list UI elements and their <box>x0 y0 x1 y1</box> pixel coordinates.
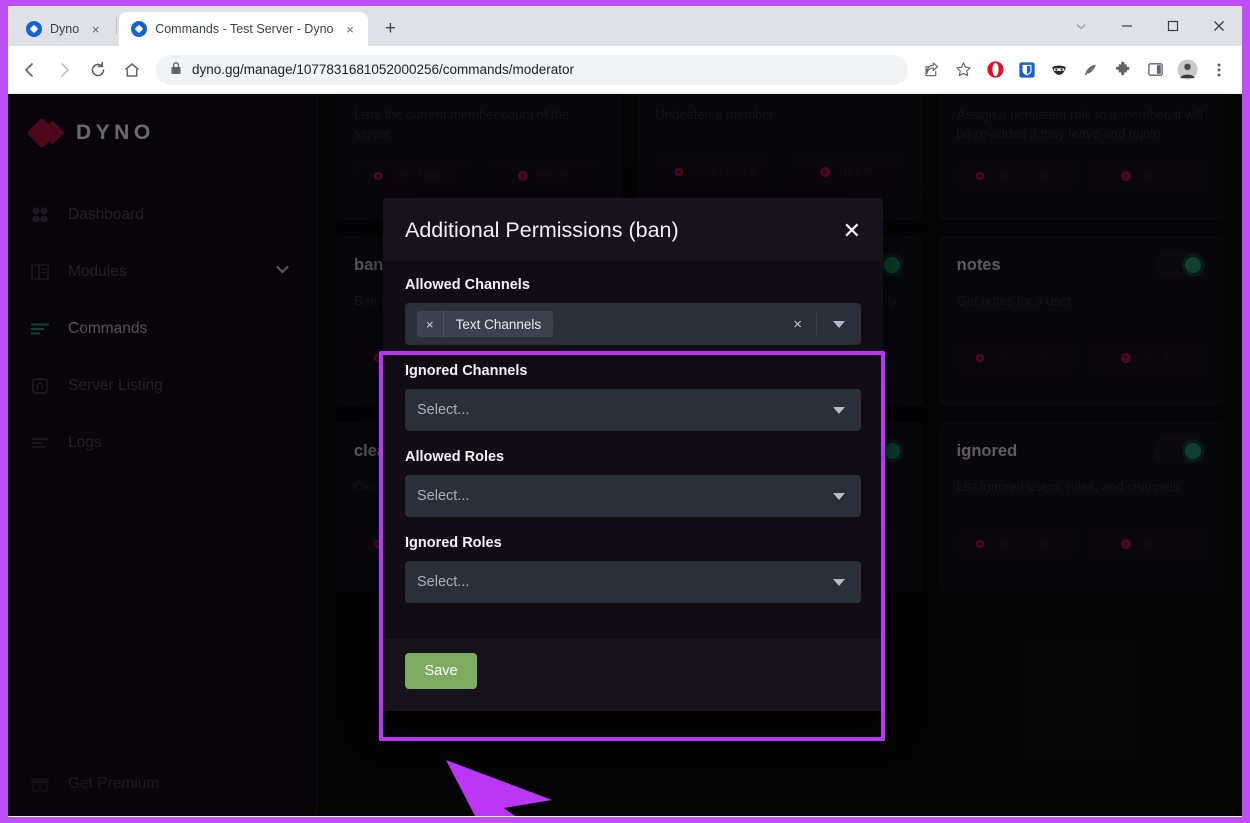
tag-label: Text Channels <box>455 316 542 332</box>
chevron-down-icon[interactable] <box>833 492 845 500</box>
grey-extension-icon[interactable] <box>1076 55 1106 85</box>
selected-tag: × Text Channels <box>417 311 554 337</box>
chevron-down-icon[interactable] <box>833 320 845 328</box>
dyno-favicon-icon <box>131 21 148 37</box>
dyno-dashboard-page: DYNO Dashboard Modules <box>8 94 1242 816</box>
puzzle-extensions-icon[interactable] <box>1108 55 1138 85</box>
forward-arrow-icon[interactable] <box>48 54 80 86</box>
close-icon[interactable]: ✕ <box>843 219 861 242</box>
tab-strip: Dyno × Commands - Test Server - Dyno × + <box>8 6 1242 46</box>
modal-header: Additional Permissions (ban) ✕ <box>383 198 883 261</box>
three-dot-menu-icon[interactable] <box>1204 55 1234 85</box>
annotated-screenshot: Dyno × Commands - Test Server - Dyno × + <box>0 0 1250 823</box>
ignored-roles-select[interactable]: Select... <box>405 561 861 603</box>
save-button[interactable]: Save <box>405 653 477 689</box>
select-placeholder: Select... <box>417 488 470 504</box>
ignored-channels-label: Ignored Channels <box>405 363 528 379</box>
modal-body: Allowed Channels × Text Channels × Ignor… <box>383 261 883 639</box>
maximize-icon[interactable] <box>1150 6 1196 46</box>
home-icon[interactable] <box>116 54 148 86</box>
allowed-channels-select[interactable]: × Text Channels × <box>405 303 861 345</box>
additional-permissions-modal: Additional Permissions (ban) ✕ Allowed C… <box>383 198 883 711</box>
modal-footer: Save <box>383 639 883 711</box>
address-bar[interactable]: dyno.gg/manage/1077831681052000256/comma… <box>156 54 908 85</box>
select-placeholder: Select... <box>417 574 470 590</box>
ignored-roles-label: Ignored Roles <box>405 535 502 551</box>
tab-close-icon[interactable]: × <box>87 21 104 38</box>
clear-selection-icon[interactable]: × <box>787 316 808 333</box>
select-placeholder: Select... <box>417 402 470 418</box>
window-controls <box>1058 6 1242 46</box>
dyno-favicon-icon <box>26 21 42 37</box>
select-divider <box>816 313 817 335</box>
tab-divider <box>116 17 118 35</box>
browser-tab-1[interactable]: Dyno × <box>14 12 114 46</box>
share-icon[interactable] <box>916 55 946 85</box>
close-icon[interactable] <box>1196 6 1242 46</box>
tab-close-icon[interactable]: × <box>341 21 358 38</box>
bitwarden-extension-icon[interactable] <box>1012 55 1042 85</box>
tab-title: Commands - Test Server - Dyno <box>155 22 334 36</box>
browser-tab-2[interactable]: Commands - Test Server - Dyno × <box>119 12 369 46</box>
modal-title: Additional Permissions (ban) <box>405 218 679 242</box>
star-icon[interactable] <box>948 55 978 85</box>
chevron-down-icon[interactable] <box>833 406 845 414</box>
reload-icon[interactable] <box>82 54 114 86</box>
chevron-down-icon[interactable] <box>1058 6 1104 46</box>
tab-title: Dyno <box>50 22 80 36</box>
allowed-roles-select[interactable]: Select... <box>405 475 861 517</box>
opera-extension-icon[interactable] <box>980 55 1010 85</box>
minimize-icon[interactable] <box>1104 6 1150 46</box>
browser-window: Dyno × Commands - Test Server - Dyno × + <box>8 6 1242 817</box>
url-text: dyno.gg/manage/1077831681052000256/comma… <box>192 62 575 77</box>
side-panel-icon[interactable] <box>1140 55 1170 85</box>
browser-toolbar: dyno.gg/manage/1077831681052000256/comma… <box>8 46 1242 94</box>
profile-avatar[interactable] <box>1172 55 1202 85</box>
chevron-down-icon[interactable] <box>833 578 845 586</box>
allowed-channels-label: Allowed Channels <box>405 277 530 293</box>
ignored-channels-select[interactable]: Select... <box>405 389 861 431</box>
allowed-roles-label: Allowed Roles <box>405 449 505 465</box>
back-arrow-icon[interactable] <box>14 54 46 86</box>
tag-remove-icon[interactable]: × <box>417 311 444 337</box>
ninja-extension-icon[interactable] <box>1044 55 1074 85</box>
lock-icon <box>170 61 182 78</box>
new-tab-button[interactable]: + <box>376 15 404 43</box>
